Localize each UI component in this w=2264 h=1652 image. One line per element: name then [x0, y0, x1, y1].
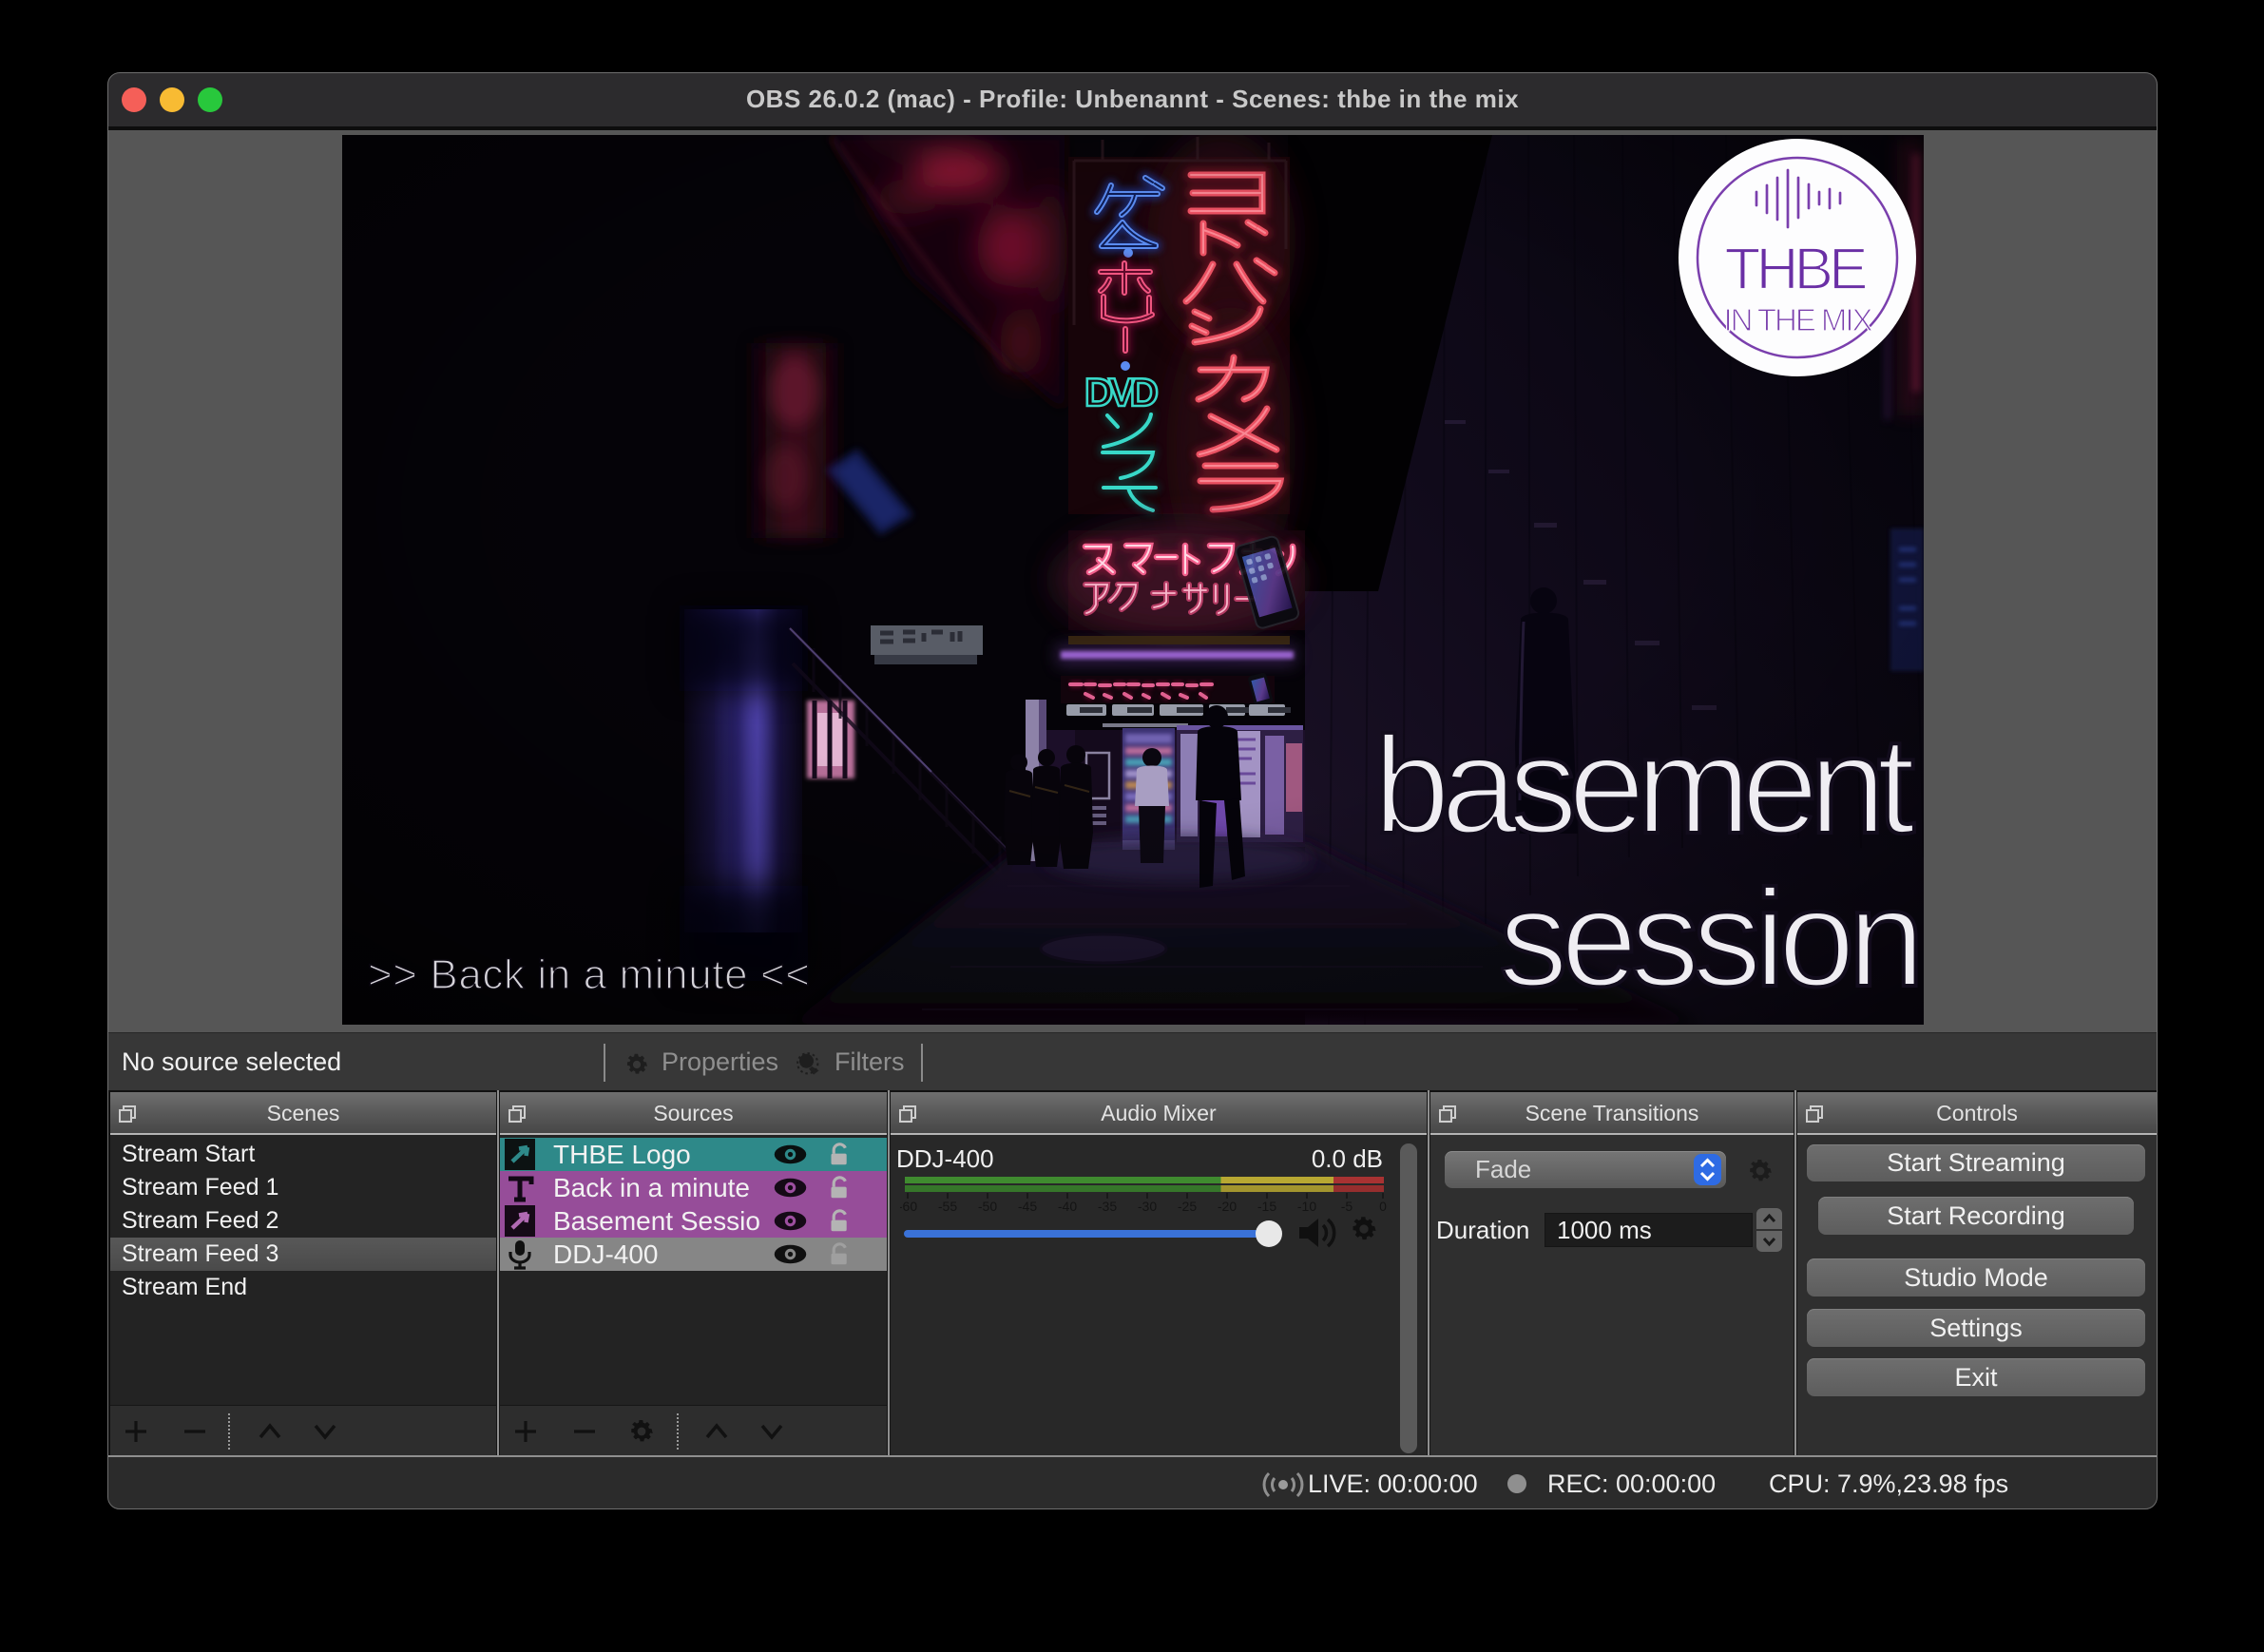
- svg-text:-35: -35: [1098, 1199, 1117, 1214]
- svg-text:-15: -15: [1257, 1199, 1276, 1214]
- svg-text:>> Back in a minute <<: >> Back in a minute <<: [368, 951, 810, 998]
- svg-text:-25: -25: [1178, 1199, 1197, 1214]
- svg-text:basement: basement: [1373, 708, 1915, 862]
- svg-text:-5: -5: [1341, 1199, 1353, 1214]
- svg-text:-30: -30: [1138, 1199, 1157, 1214]
- svg-text:-50: -50: [978, 1199, 997, 1214]
- svg-text:-20: -20: [1218, 1199, 1237, 1214]
- svg-text:IN THE MIX: IN THE MIX: [1724, 302, 1875, 337]
- svg-text:0: 0: [1379, 1199, 1387, 1214]
- svg-text:session: session: [1499, 861, 1924, 1015]
- svg-text:-55: -55: [938, 1199, 957, 1214]
- svg-text:-60: -60: [900, 1199, 917, 1214]
- svg-text:-45: -45: [1018, 1199, 1037, 1214]
- svg-text:-40: -40: [1058, 1199, 1077, 1214]
- svg-text:THBE: THBE: [1725, 237, 1874, 302]
